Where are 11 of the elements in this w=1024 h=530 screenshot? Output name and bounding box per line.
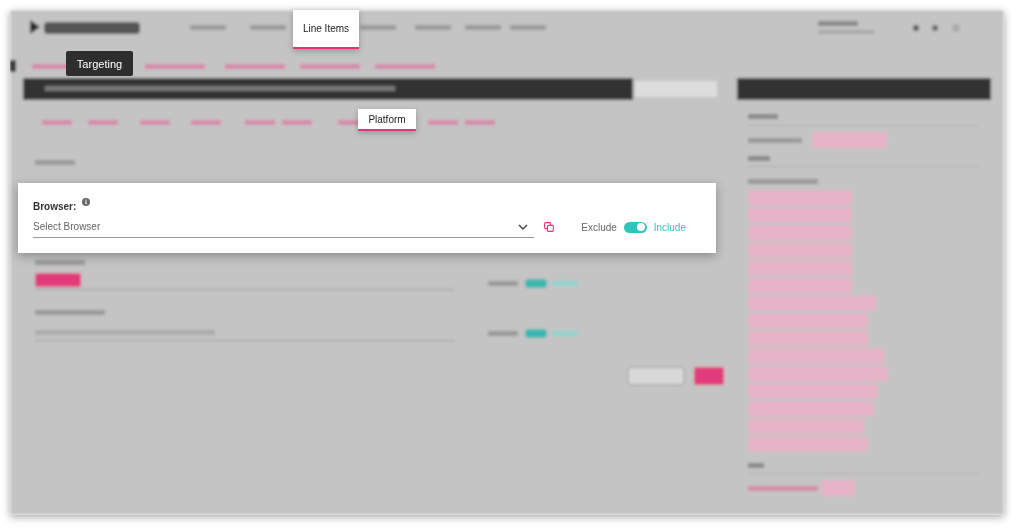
field-label: Browser: [33,201,77,212]
browser-select[interactable]: Select Browser [33,216,535,238]
tab[interactable]: Platform [358,109,416,131]
nav-menu-item[interactable]: Line Items [293,10,359,49]
include-toggle[interactable] [623,221,647,233]
info-icon[interactable] [82,198,91,206]
tooltip: Targeting [66,51,133,76]
exclude-label: Exclude [581,221,617,233]
include-label: Include [653,221,686,233]
chevron-down-icon [518,223,529,230]
copy-icon[interactable] [544,222,555,232]
